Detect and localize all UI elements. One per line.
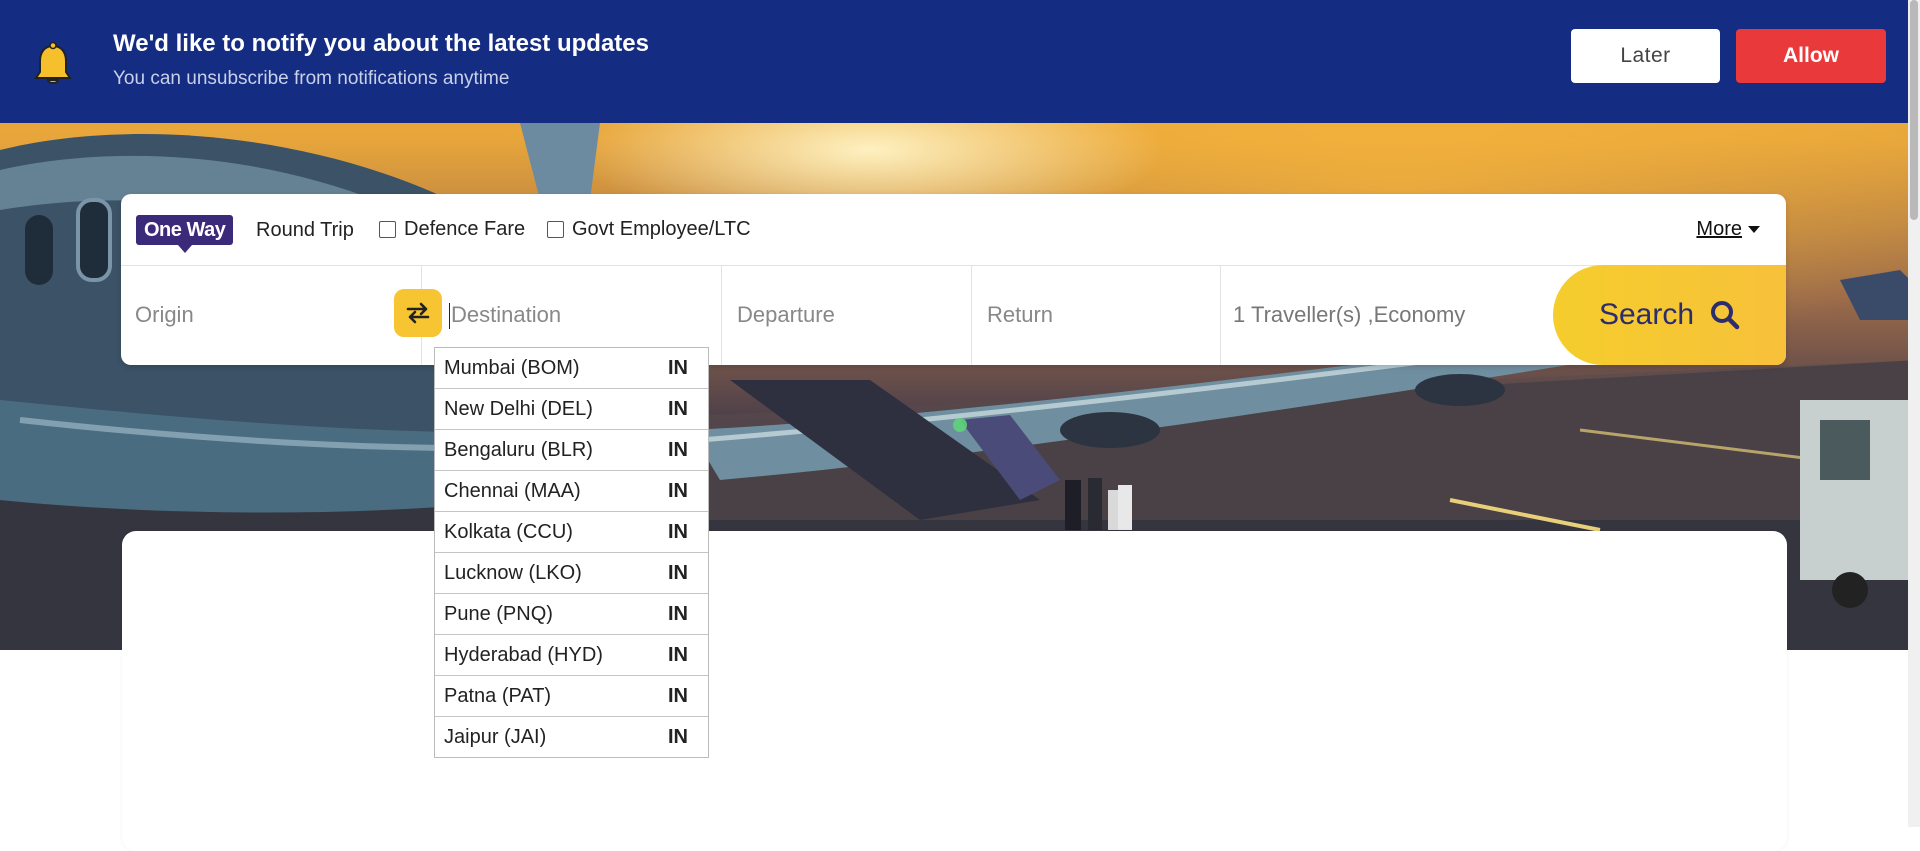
govt-employee-checkbox[interactable]: Govt Employee/LTC [547,218,751,241]
swap-arrows-icon [406,302,430,324]
suggestion-city: Lucknow (LKO) [444,561,582,584]
suggestion-city: Bengaluru (BLR) [444,438,593,461]
suggestion-country-code: IN [668,356,688,379]
notification-title: We'd like to notify you about the latest… [113,30,649,57]
scrollbar-thumb[interactable] [1910,0,1918,220]
more-dropdown[interactable]: More [1696,218,1760,241]
origin-field[interactable]: Origin [121,265,422,365]
destination-suggestion-item[interactable]: Patna (PAT) IN [435,676,708,717]
suggestion-city: New Delhi (DEL) [444,397,593,420]
suggestion-city: Kolkata (CCU) [444,520,573,543]
destination-suggestion-item[interactable]: Mumbai (BOM) IN [435,348,708,389]
search-fields-row: Origin Destination Departure Return 1 Tr… [121,265,1786,365]
later-button[interactable]: Later [1571,29,1720,83]
suggestion-country-code: IN [668,397,688,420]
search-button[interactable]: Search [1553,265,1786,365]
suggestion-country-code: IN [668,684,688,707]
notification-banner: We'd like to notify you about the latest… [0,0,1908,123]
suggestion-city: Pune (PNQ) [444,602,553,625]
notification-subtitle: You can unsubscribe from notifications a… [113,68,510,89]
govt-employee-label: Govt Employee/LTC [572,218,751,240]
suggestion-country-code: IN [668,479,688,502]
caret-down-icon [1748,226,1760,234]
checkbox-box[interactable] [379,221,396,238]
suggestion-city: Chennai (MAA) [444,479,581,502]
trip-type-row: One Way Round Trip Defence Fare Govt Emp… [121,194,1786,266]
one-way-tab[interactable]: One Way [136,215,234,253]
destination-suggestion-item[interactable]: Jaipur (JAI) IN [435,717,708,757]
destination-suggestion-item[interactable]: Hyderabad (HYD) IN [435,635,708,676]
suggestion-country-code: IN [668,725,688,748]
suggestion-country-code: IN [668,561,688,584]
content-panel [122,531,1787,851]
destination-suggestion-item[interactable]: Kolkata (CCU) IN [435,512,708,553]
search-label: Search [1598,298,1695,331]
destination-suggestion-item[interactable]: Bengaluru (BLR) IN [435,430,708,471]
suggestion-country-code: IN [668,520,688,543]
suggestion-country-code: IN [668,643,688,666]
destination-suggestions-dropdown: Mumbai (BOM) IN New Delhi (DEL) IN Bengaluru… [434,347,709,758]
page-scrollbar[interactable] [1908,0,1920,827]
suggestion-city: Hyderabad (HYD) [444,643,603,666]
destination-suggestion-item[interactable]: Lucknow (LKO) IN [435,553,708,594]
destination-suggestion-item[interactable]: Pune (PNQ) IN [435,594,708,635]
bell-icon [34,42,72,84]
search-icon [1711,301,1740,330]
suggestion-country-code: IN [668,438,688,461]
defence-fare-label: Defence Fare [404,218,526,240]
traveller-class-field[interactable]: 1 Traveller(s) ,Economy [1221,265,1561,365]
defence-fare-checkbox[interactable]: Defence Fare [379,218,525,241]
return-field[interactable]: Return [972,265,1221,365]
suggestion-country-code: IN [668,602,688,625]
round-trip-tab[interactable]: Round Trip [256,219,354,242]
more-label: More [1696,218,1742,240]
flight-search-card: One Way Round Trip Defence Fare Govt Emp… [121,194,1786,365]
destination-suggestion-item[interactable]: New Delhi (DEL) IN [435,389,708,430]
departure-field[interactable]: Departure [722,265,972,365]
checkbox-box[interactable] [547,221,564,238]
suggestion-city: Mumbai (BOM) [444,356,580,379]
suggestion-city: Jaipur (JAI) [444,725,547,748]
destination-placeholder: Destination [451,302,562,327]
text-cursor [449,303,450,330]
suggestion-city: Patna (PAT) [444,684,552,707]
allow-button[interactable]: Allow [1736,29,1886,83]
destination-suggestion-item[interactable]: Chennai (MAA) IN [435,471,708,512]
swap-button[interactable] [394,289,442,337]
